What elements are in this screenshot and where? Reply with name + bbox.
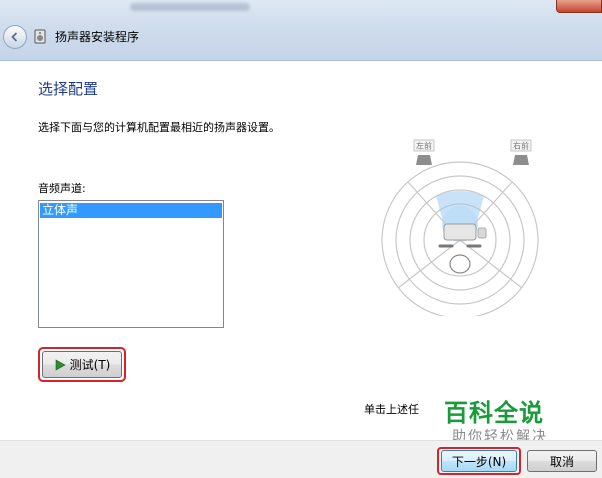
window-title: 扬声器安装程序 (55, 30, 140, 44)
list-item[interactable]: 立体声 (40, 203, 222, 218)
front-left-speaker-icon (416, 155, 432, 165)
play-icon (55, 358, 66, 371)
close-button[interactable] (556, 0, 602, 13)
speaker-layout-diagram: 左前 右前 (381, 139, 539, 316)
watermark-title: 百科全说 (444, 399, 544, 427)
page-heading: 选择配置 (38, 80, 99, 98)
instruction-text: 单击上述任 (364, 403, 419, 416)
listener-icon (449, 254, 471, 274)
cancel-button[interactable]: 取消 (527, 450, 597, 472)
back-button[interactable] (3, 25, 27, 49)
blurred-title-text (130, 3, 250, 11)
test-button[interactable]: 测试(T) (42, 351, 122, 378)
back-arrow-icon (11, 32, 18, 42)
audio-channels-list[interactable]: 立体声 (38, 200, 224, 328)
next-button[interactable]: 下一步(N) (441, 450, 517, 472)
title-bar: 扬声器安装程序 (0, 0, 602, 61)
test-button-label: 测试(T) (69, 358, 111, 372)
audio-channels-label: 音频声道: (38, 182, 86, 195)
front-right-speaker-icon (513, 155, 529, 165)
speaker-app-icon (34, 29, 46, 44)
front-left-label: 左前 (416, 141, 432, 151)
page-description: 选择下面与您的计算机配置最相近的扬声器设置。 (38, 121, 280, 134)
front-right-label: 右前 (513, 141, 529, 151)
